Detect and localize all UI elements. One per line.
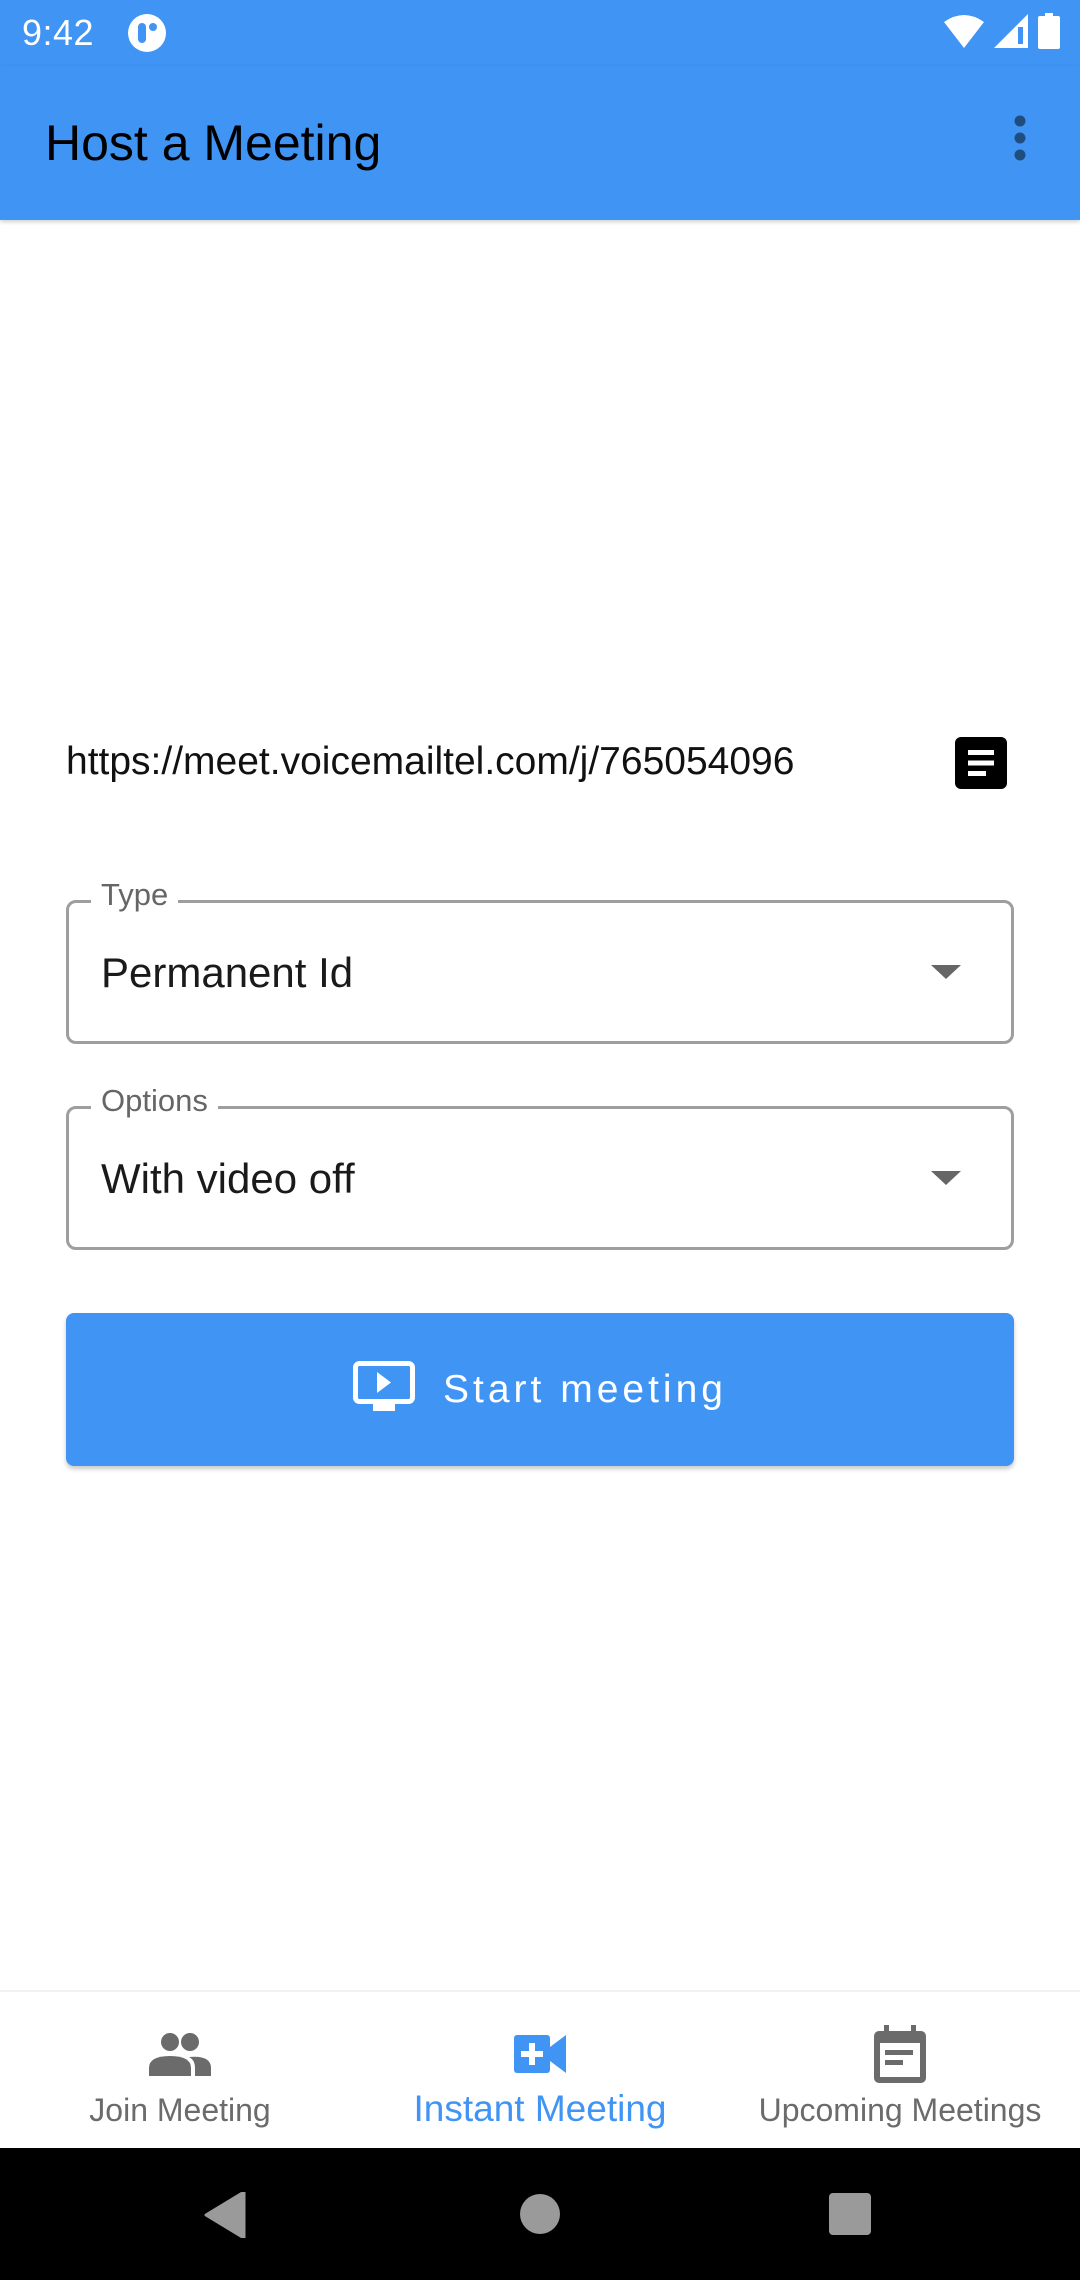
signal-icon	[994, 13, 1028, 53]
status-time: 9:42	[22, 12, 95, 53]
notification-app-icon	[128, 14, 166, 52]
battery-icon	[1038, 12, 1060, 54]
options-dropdown[interactable]: Options With video off	[66, 1083, 1014, 1250]
present-to-screen-icon	[353, 1361, 416, 1418]
nav-item-upcoming-meetings[interactable]: Upcoming Meetings	[720, 1992, 1080, 2148]
type-label: Type	[91, 877, 179, 913]
more-vert-icon	[1013, 115, 1027, 166]
nav-item-join-meeting[interactable]: Join Meeting	[0, 1992, 360, 2148]
type-value: Permanent Id	[101, 949, 354, 996]
back-icon[interactable]	[204, 2190, 246, 2243]
calendar-icon	[874, 2022, 926, 2086]
status-icons	[944, 12, 1060, 54]
system-navigation-bar	[0, 2148, 1080, 2280]
meeting-link-row: https://meet.voicemailtel.com/j/76505409…	[66, 736, 1016, 794]
wifi-icon	[944, 14, 984, 53]
page-title: Host a Meeting	[45, 115, 382, 171]
meeting-link[interactable]: https://meet.voicemailtel.com/j/76505409…	[66, 740, 794, 784]
host-meeting-screen: 9:42 Host a Meeting https://meet.voicema…	[0, 0, 1080, 2280]
nav-label: Join Meeting	[89, 2092, 271, 2128]
start-meeting-label: Start meeting	[443, 1367, 727, 1411]
type-dropdown[interactable]: Type Permanent Id	[66, 877, 1014, 1044]
options-label: Options	[91, 1083, 218, 1119]
dropdown-arrow-icon	[931, 1171, 961, 1185]
video-call-icon	[514, 2022, 566, 2086]
nav-label: Instant Meeting	[413, 2088, 667, 2129]
copy-link-button[interactable]	[954, 736, 1008, 794]
options-value: With video off	[101, 1155, 355, 1202]
notes-icon	[955, 736, 1007, 794]
status-bar: 9:42	[0, 0, 1080, 66]
bottom-navigation: Join Meeting Instant Meeting Upcoming Me…	[0, 1990, 1080, 2148]
dropdown-arrow-icon	[931, 965, 961, 979]
start-meeting-button[interactable]: Start meeting	[66, 1313, 1014, 1466]
nav-item-instant-meeting[interactable]: Instant Meeting	[360, 1992, 720, 2148]
nav-label: Upcoming Meetings	[758, 2092, 1042, 2128]
people-icon	[149, 2022, 211, 2086]
app-bar: Host a Meeting	[0, 66, 1080, 220]
recents-icon[interactable]	[828, 2192, 872, 2241]
overflow-menu-button[interactable]	[990, 110, 1050, 170]
home-icon[interactable]	[518, 2192, 562, 2241]
